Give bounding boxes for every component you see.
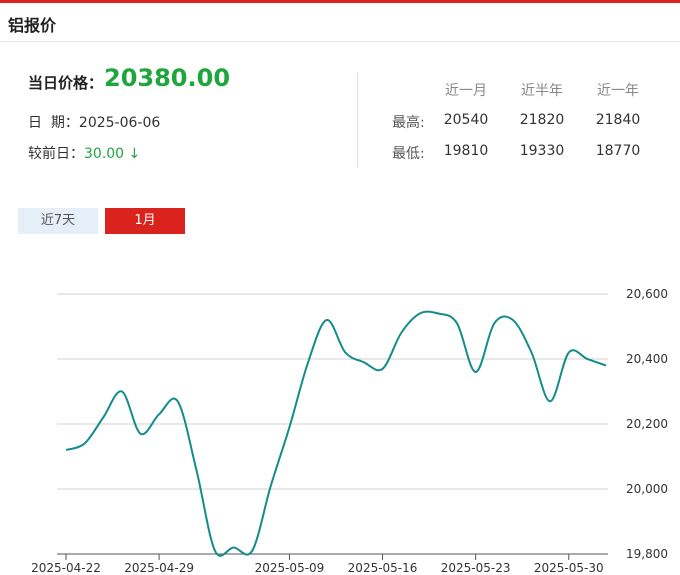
price-label: 当日价格： [28,74,104,92]
price-value: 20380.00 [104,64,231,92]
date-row: 日 期：2025-06-06 [28,112,160,132]
header-bar: 铝报价 [0,3,680,42]
y-tick-label: 19,800 [626,547,668,561]
x-tick-label: 2025-04-29 [124,561,194,575]
stat-low-year: 18770 [595,143,641,159]
change-label: 较前日： [28,146,84,162]
price-series-line [65,310,607,557]
stat-low-month: 19810 [443,143,489,159]
divider [357,72,358,168]
date-label: 日 期： [28,115,79,131]
y-tick-label: 20,000 [626,482,668,496]
x-tick-label: 2025-05-09 [255,561,325,575]
page-title: 铝报价 [8,16,57,35]
x-tick-label: 2025-05-30 [534,561,604,575]
stat-low-half-year: 19330 [519,143,565,159]
date-value: 2025-06-06 [78,115,161,131]
y-tick-label: 20,200 [626,417,668,431]
stat-header-year: 近一年 [597,83,639,99]
price-chart: 19,800 20,000 20,200 20,400 20,600 2025-04-22… [31,287,668,575]
stat-header-month: 近一月 [445,83,487,99]
stat-high-label: 最高: [392,115,425,131]
x-tick-label: 2025-05-16 [348,561,418,575]
down-arrow-icon: ↓ [128,146,141,162]
change-row: 较前日：30.00 ↓ [28,143,140,163]
stat-high-half-year: 21820 [519,112,565,128]
stat-header-half-year: 近半年 [521,83,563,99]
stat-high-month: 20540 [443,112,489,128]
y-tick-label: 20,400 [626,352,668,366]
y-tick-label: 20,600 [626,287,668,301]
change-value: 30.00 [84,146,125,162]
stat-low-label: 最低: [392,146,425,162]
tab-7-days[interactable]: 近7天 [18,208,98,234]
stat-high-year: 21840 [595,112,641,128]
x-tick-label: 2025-05-23 [441,561,511,575]
x-tick-label: 2025-04-22 [31,561,101,575]
tab-1-month[interactable]: 1月 [105,208,185,234]
